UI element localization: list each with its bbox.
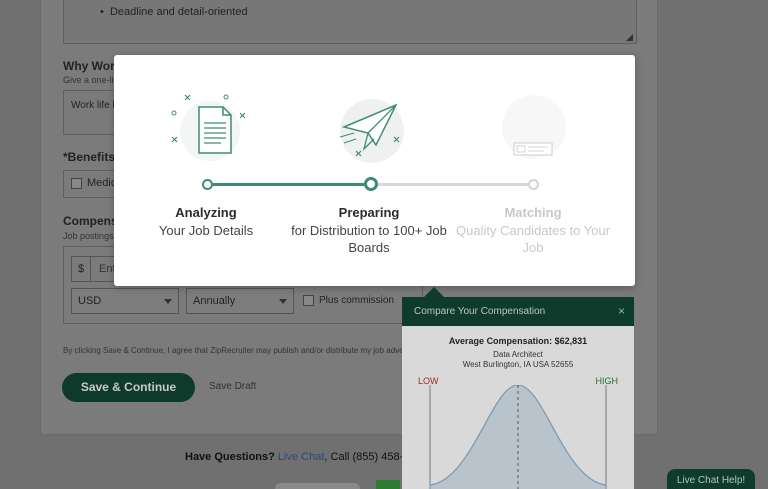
job-location: West Burlington, IA USA 52655	[462, 360, 574, 369]
document-icon	[171, 94, 245, 161]
step-dot-preparing	[364, 177, 378, 191]
paper-plane-icon	[339, 99, 404, 163]
step-subtitle-preparing: for Distribution to 100+ Job Boards	[291, 223, 447, 255]
step-subtitle-matching: Quality Candidates to Your Job	[456, 223, 610, 255]
candidate-card-icon	[502, 95, 566, 159]
progress-modal: Analyzing Your Job Details Preparing for…	[114, 55, 635, 286]
why-work-value: Work life b	[71, 100, 119, 111]
chevron-down-icon	[279, 299, 287, 304]
help-line: Have Questions? Live Chat, Call (855) 45…	[185, 451, 422, 463]
job-title: Data Architect	[493, 350, 543, 359]
salary-distribution-curve	[429, 385, 607, 489]
step-dot-analyzing	[202, 179, 213, 190]
progress-track-pending	[371, 183, 534, 186]
compensation-hint: Job postings	[63, 231, 114, 241]
step-title-matching: Matching	[504, 205, 562, 220]
popover-arrow	[424, 287, 444, 297]
why-work-hint: Give a one-li	[63, 75, 114, 85]
save-continue-button[interactable]: Save & Continue	[62, 373, 195, 402]
benefit-medical-checkbox[interactable]	[71, 178, 82, 189]
currency-symbol: $	[71, 256, 91, 282]
popover-title: Compare Your Compensation	[414, 306, 546, 317]
live-chat-link[interactable]: Live Chat	[278, 451, 324, 463]
legal-text: By clicking Save & Continue, I agree tha…	[63, 346, 404, 355]
chevron-down-icon	[164, 299, 172, 304]
step-title-analyzing: Analyzing	[175, 205, 237, 220]
step-title-preparing: Preparing	[338, 205, 400, 220]
questions-label: Have Questions?	[185, 451, 275, 463]
progress-track-complete	[207, 183, 371, 186]
popover-header: Compare Your Compensation ×	[402, 297, 634, 326]
step-subtitle-analyzing: Your Job Details	[158, 223, 254, 238]
plus-commission-checkbox[interactable]	[303, 295, 314, 306]
step-dot-matching	[528, 179, 539, 190]
requirements-bullet: • Deadline and detail-oriented	[100, 6, 248, 18]
period-select[interactable]: Annually	[186, 288, 294, 314]
plus-commission-label: Plus commission	[319, 295, 395, 306]
compensation-popover: Compare Your Compensation × Average Comp…	[402, 297, 634, 489]
footer-badge	[376, 480, 400, 489]
live-chat-help-button[interactable]: Live Chat Help!	[667, 469, 755, 489]
currency-select[interactable]: USD	[71, 288, 179, 314]
footer-element	[275, 483, 360, 489]
average-compensation: Average Compensation: $62,831	[448, 336, 588, 346]
benefit-medical-label: Medic	[87, 177, 117, 189]
save-draft-link[interactable]: Save Draft	[209, 381, 256, 392]
why-work-label: Why Work	[63, 59, 122, 73]
benefits-label: *Benefits:	[63, 150, 120, 164]
close-icon[interactable]: ×	[618, 297, 625, 326]
resize-handle-icon[interactable]	[626, 34, 633, 41]
